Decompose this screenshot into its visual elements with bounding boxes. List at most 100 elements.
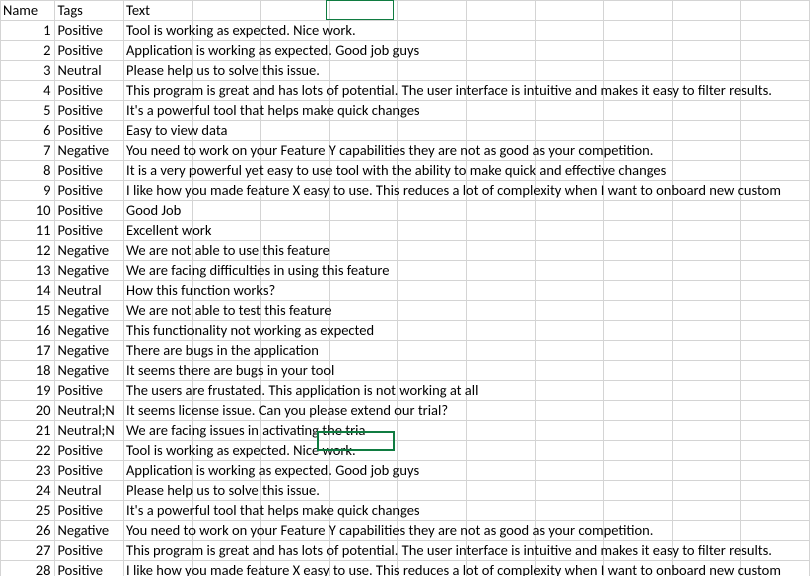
cell-empty[interactable] xyxy=(398,441,467,461)
cell-text[interactable]: This program is great and has lots of po… xyxy=(124,81,193,101)
data-table[interactable]: Name Tags Text 1PositiveTool is working … xyxy=(0,0,810,576)
header-empty[interactable] xyxy=(192,1,261,21)
cell-empty[interactable] xyxy=(741,401,810,421)
cell-empty[interactable] xyxy=(535,441,604,461)
header-empty[interactable] xyxy=(261,1,330,21)
cell-tags[interactable]: Positive xyxy=(55,21,124,41)
cell-text[interactable]: How this function works? xyxy=(124,281,193,301)
cell-text[interactable]: Please help us to solve this issue. xyxy=(124,481,193,501)
cell-empty[interactable] xyxy=(261,221,330,241)
table-row[interactable]: 17NegativeThere are bugs in the applicat… xyxy=(1,341,810,361)
cell-tags[interactable]: Positive xyxy=(55,501,124,521)
cell-empty[interactable] xyxy=(741,201,810,221)
cell-empty[interactable] xyxy=(466,221,535,241)
cell-empty[interactable] xyxy=(604,481,673,501)
cell-tags[interactable]: Neutral xyxy=(55,281,124,301)
cell-empty[interactable] xyxy=(466,421,535,441)
cell-name[interactable]: 2 xyxy=(1,41,55,61)
cell-empty[interactable] xyxy=(466,101,535,121)
cell-empty[interactable] xyxy=(672,141,741,161)
cell-name[interactable]: 18 xyxy=(1,361,55,381)
cell-empty[interactable] xyxy=(741,381,810,401)
cell-name[interactable]: 25 xyxy=(1,501,55,521)
cell-empty[interactable] xyxy=(398,321,467,341)
cell-empty[interactable] xyxy=(535,121,604,141)
cell-name[interactable]: 7 xyxy=(1,141,55,161)
cell-name[interactable]: 14 xyxy=(1,281,55,301)
cell-empty[interactable] xyxy=(604,101,673,121)
cell-empty[interactable] xyxy=(672,481,741,501)
cell-empty[interactable] xyxy=(604,241,673,261)
cell-empty[interactable] xyxy=(466,21,535,41)
cell-empty[interactable] xyxy=(535,281,604,301)
cell-empty[interactable] xyxy=(604,221,673,241)
cell-empty[interactable] xyxy=(741,441,810,461)
cell-empty[interactable] xyxy=(466,461,535,481)
table-row[interactable]: 11PositiveExcellent work xyxy=(1,221,810,241)
cell-tags[interactable]: Negative xyxy=(55,521,124,541)
cell-empty[interactable] xyxy=(535,381,604,401)
cell-empty[interactable] xyxy=(741,121,810,141)
cell-empty[interactable] xyxy=(192,201,261,221)
cell-text[interactable]: Please help us to solve this issue. xyxy=(124,61,193,81)
cell-empty[interactable] xyxy=(741,421,810,441)
cell-empty[interactable] xyxy=(329,481,398,501)
cell-tags[interactable]: Negative xyxy=(55,321,124,341)
cell-empty[interactable] xyxy=(398,21,467,41)
table-row[interactable]: 1PositiveTool is working as expected. Ni… xyxy=(1,21,810,41)
cell-text[interactable]: Easy to view data xyxy=(124,121,193,141)
cell-tags[interactable]: Neutral;N xyxy=(55,421,124,441)
cell-empty[interactable] xyxy=(672,261,741,281)
cell-text[interactable]: It is a very powerful yet easy to use to… xyxy=(124,161,193,181)
cell-empty[interactable] xyxy=(466,361,535,381)
cell-tags[interactable]: Positive xyxy=(55,381,124,401)
cell-name[interactable]: 20 xyxy=(1,401,55,421)
header-empty[interactable] xyxy=(466,1,535,21)
cell-empty[interactable] xyxy=(604,201,673,221)
cell-empty[interactable] xyxy=(604,321,673,341)
table-row[interactable]: 10PositiveGood Job xyxy=(1,201,810,221)
cell-empty[interactable] xyxy=(398,241,467,261)
cell-tags[interactable]: Positive xyxy=(55,461,124,481)
cell-empty[interactable] xyxy=(329,281,398,301)
cell-text[interactable]: Application is working as expected. Good… xyxy=(124,461,193,481)
cell-empty[interactable] xyxy=(535,101,604,121)
cell-name[interactable]: 5 xyxy=(1,101,55,121)
cell-empty[interactable] xyxy=(466,241,535,261)
cell-text[interactable]: Excellent work xyxy=(124,221,193,241)
cell-text[interactable]: Application is working as expected. Good… xyxy=(124,41,193,61)
cell-empty[interactable] xyxy=(398,261,467,281)
cell-empty[interactable] xyxy=(398,301,467,321)
cell-empty[interactable] xyxy=(741,281,810,301)
cell-empty[interactable] xyxy=(329,221,398,241)
cell-tags[interactable]: Negative xyxy=(55,261,124,281)
cell-empty[interactable] xyxy=(741,521,810,541)
cell-empty[interactable] xyxy=(604,461,673,481)
header-empty[interactable] xyxy=(329,1,398,21)
table-row[interactable]: 13NegativeWe are facing difficulties in … xyxy=(1,261,810,281)
cell-empty[interactable] xyxy=(604,301,673,321)
header-empty[interactable] xyxy=(672,1,741,21)
cell-empty[interactable] xyxy=(535,321,604,341)
cell-empty[interactable] xyxy=(329,241,398,261)
cell-tags[interactable]: Negative xyxy=(55,361,124,381)
cell-empty[interactable] xyxy=(535,341,604,361)
cell-name[interactable]: 10 xyxy=(1,201,55,221)
cell-empty[interactable] xyxy=(466,201,535,221)
table-row[interactable]: 9PositiveI like how you made feature X e… xyxy=(1,181,810,201)
cell-text[interactable]: I like how you made feature X easy to us… xyxy=(124,181,193,201)
table-row[interactable]: 8PositiveIt is a very powerful yet easy … xyxy=(1,161,810,181)
cell-tags[interactable]: Positive xyxy=(55,81,124,101)
cell-text[interactable]: I like how you made feature X easy to us… xyxy=(124,561,193,576)
cell-empty[interactable] xyxy=(466,301,535,321)
cell-empty[interactable] xyxy=(466,341,535,361)
cell-empty[interactable] xyxy=(604,61,673,81)
cell-empty[interactable] xyxy=(741,261,810,281)
cell-empty[interactable] xyxy=(672,361,741,381)
cell-name[interactable]: 21 xyxy=(1,421,55,441)
cell-empty[interactable] xyxy=(535,481,604,501)
header-empty[interactable] xyxy=(604,1,673,21)
cell-name[interactable]: 16 xyxy=(1,321,55,341)
cell-name[interactable]: 1 xyxy=(1,21,55,41)
cell-empty[interactable] xyxy=(672,381,741,401)
